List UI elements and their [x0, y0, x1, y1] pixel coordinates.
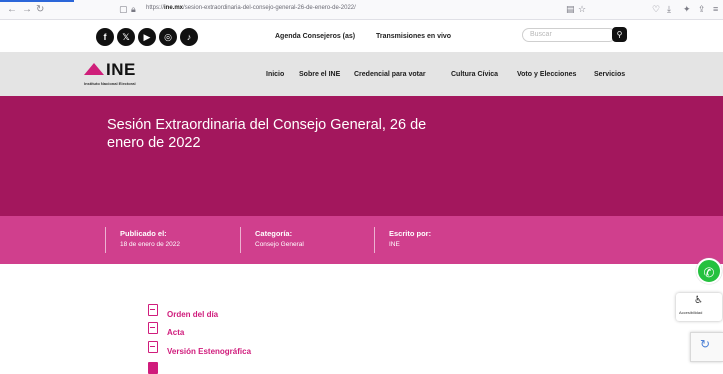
- accessibility-label: Accesibilidad: [679, 310, 703, 315]
- search-input[interactable]: Buscar: [522, 28, 616, 42]
- meta-divider: [374, 227, 375, 253]
- author-value: INE: [389, 241, 400, 248]
- page-info-icon[interactable]: ▢: [119, 4, 128, 15]
- category-value[interactable]: Consejo General: [255, 241, 304, 248]
- nav-item-inicio[interactable]: Inicio: [266, 71, 284, 78]
- facebook-icon[interactable]: f: [96, 28, 114, 46]
- x-twitter-icon[interactable]: 𝕏: [117, 28, 135, 46]
- nav-item-cultura-civica[interactable]: Cultura Cívica: [451, 71, 498, 78]
- ine-logo[interactable]: INE Instituto Nacional Electoral: [84, 60, 174, 89]
- page-title: Sesión Extraordinaria del Consejo Genera…: [107, 117, 427, 151]
- category-label: Categoría:: [255, 229, 293, 238]
- post-meta-bar: [0, 216, 723, 264]
- link-transmisiones[interactable]: Transmisiones en vivo: [376, 33, 451, 40]
- accessibility-icon: ♿︎: [694, 295, 703, 306]
- pdf-icon[interactable]: [148, 304, 158, 316]
- hero-banner: [0, 96, 723, 216]
- instagram-icon[interactable]: ◎: [159, 28, 177, 46]
- doc-link-acta[interactable]: Acta: [167, 328, 184, 337]
- nav-item-credencial[interactable]: Credencial para votar: [354, 71, 426, 78]
- extension-icon[interactable]: ✦: [683, 4, 691, 15]
- browser-toolbar: ← → ↻ ▢ 🔒︎ https://ine.mx/sesion-extraor…: [0, 0, 723, 20]
- reader-view-icon[interactable]: ▤: [566, 4, 575, 15]
- recaptcha-icon: ↻: [700, 337, 711, 351]
- logo-text: INE: [106, 60, 136, 79]
- published-date: 18 de enero de 2022: [120, 241, 180, 248]
- logo-subtitle: Instituto Nacional Electoral: [84, 81, 136, 86]
- url-text[interactable]: https://ine.mx/sesion-extraordinaria-del…: [146, 5, 356, 11]
- pdf-icon[interactable]: [148, 341, 158, 353]
- reload-icon[interactable]: ↻: [36, 4, 44, 16]
- logo-mark-icon: [84, 63, 104, 75]
- active-tab-indicator: [0, 0, 74, 2]
- pdf-icon[interactable]: [148, 362, 158, 374]
- meta-divider: [105, 227, 106, 253]
- menu-icon[interactable]: ≡: [713, 4, 718, 15]
- pdf-icon[interactable]: [148, 322, 158, 334]
- meta-divider: [240, 227, 241, 253]
- search-icon[interactable]: ⚲: [612, 27, 627, 42]
- nav-item-servicios[interactable]: Servicios: [594, 71, 625, 78]
- forward-icon[interactable]: →: [22, 4, 32, 16]
- share-icon[interactable]: ⇪: [698, 4, 706, 15]
- accessibility-button[interactable]: ♿︎ Accesibilidad: [676, 293, 722, 321]
- link-agenda-consejeros[interactable]: Agenda Consejeros (as): [275, 33, 355, 40]
- lock-icon: 🔒︎: [131, 4, 136, 14]
- youtube-icon[interactable]: ▶: [138, 28, 156, 46]
- tiktok-icon[interactable]: ♪: [180, 28, 198, 46]
- doc-link-orden-del-dia[interactable]: Orden del día: [167, 310, 218, 319]
- nav-item-voto-elecciones[interactable]: Voto y Elecciones: [517, 71, 576, 78]
- whatsapp-icon[interactable]: ✆: [696, 258, 722, 284]
- bookmark-star-icon[interactable]: ☆: [578, 4, 586, 15]
- author-label: Escrito por:: [389, 229, 432, 238]
- nav-item-sobre-el-ine[interactable]: Sobre el INE: [299, 71, 340, 78]
- back-icon[interactable]: ←: [7, 4, 17, 16]
- published-label: Publicado el:: [120, 229, 167, 238]
- doc-link-version-estenografica[interactable]: Versión Estenográfica: [167, 347, 251, 356]
- pocket-icon[interactable]: ♡: [652, 4, 660, 15]
- download-icon[interactable]: ⤓: [667, 4, 671, 15]
- recaptcha-badge[interactable]: ↻: [690, 332, 723, 362]
